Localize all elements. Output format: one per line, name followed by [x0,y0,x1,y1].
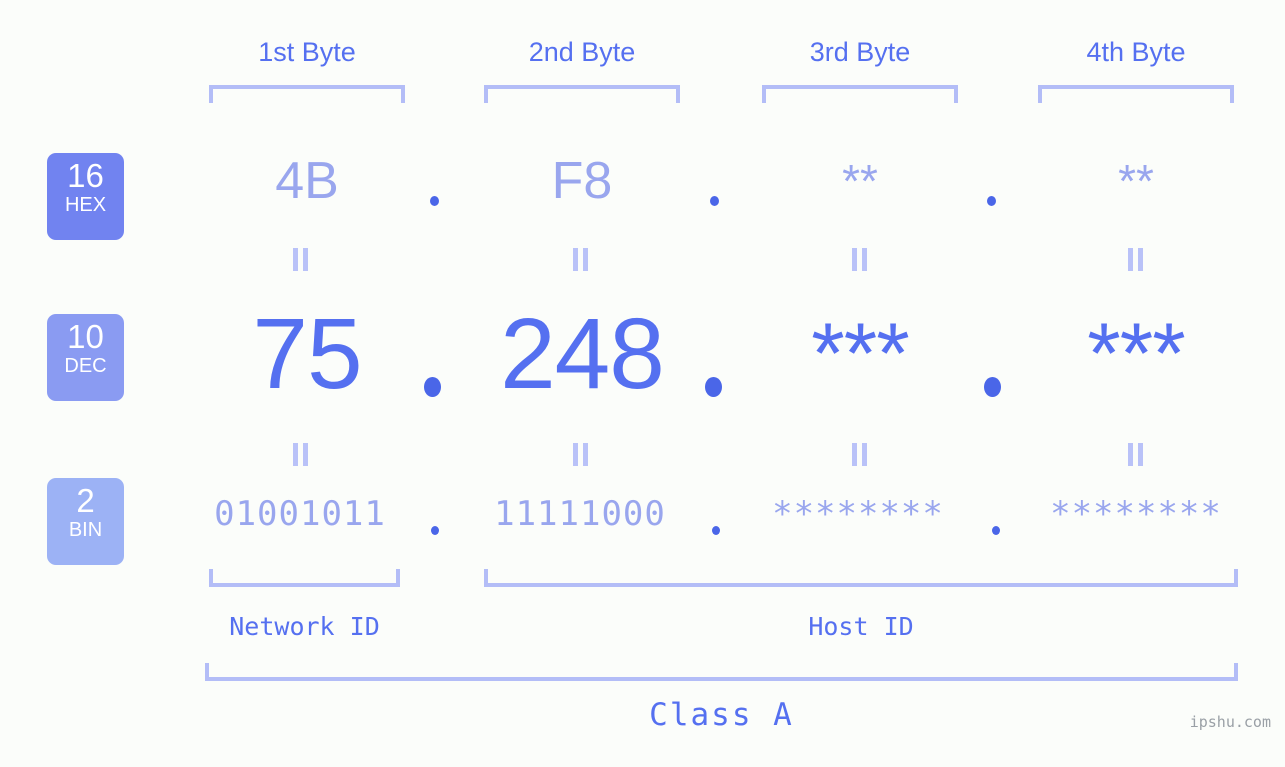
dec-dot-separator-3 [984,377,1001,397]
site-watermark: ipshu.com [1189,713,1271,731]
bin-byte-4: ******** [1050,494,1222,534]
bin-dot-separator-3 [992,526,1000,535]
dec-byte-4: *** [1087,306,1185,402]
dec-dot-separator-2 [705,377,722,397]
host-id-label: Host ID [808,612,914,641]
dec-dot-separator-1 [424,377,441,397]
equals-mark-hex-dec-1 [292,248,309,271]
dec-byte-1: 75 [252,298,362,410]
hex-byte-1: 4B [275,152,339,210]
hex-dot-separator-1 [430,196,439,206]
hex-dot-separator-2 [710,196,719,206]
dec-byte-2: 248 [500,298,665,410]
base-badge-bin-name: BIN [68,519,103,541]
base-badge-hex-number: 16 [67,157,104,194]
bin-dot-separator-2 [712,526,720,535]
hex-dot-separator-3 [987,196,996,206]
byte-header-4: 4th Byte [1086,37,1186,67]
equals-mark-dec-bin-4 [1127,443,1144,466]
byte-header-3: 3rd Byte [809,37,911,67]
base-badge-hex-name: HEX [64,194,107,216]
equals-mark-dec-bin-2 [572,443,589,466]
bin-byte-3: ******** [772,494,944,534]
equals-mark-dec-bin-1 [292,443,309,466]
bin-dot-separator-1 [431,526,439,535]
byte-bracket-top-2 [484,85,680,103]
hex-byte-4: ** [1118,155,1154,207]
equals-mark-dec-bin-3 [851,443,868,466]
base-badge-bin-number: 2 [76,482,95,519]
byte-header-2: 2nd Byte [528,37,636,67]
base-badge-bin: 2 BIN [47,478,124,565]
bin-byte-2: 11111000 [494,494,666,534]
dec-byte-3: *** [811,306,909,402]
base-badge-dec: 10 DEC [47,314,124,401]
hex-byte-2: F8 [551,152,613,210]
network-id-label: Network ID [229,612,380,641]
byte-bracket-top-3 [762,85,958,103]
byte-bracket-top-1 [209,85,405,103]
class-label: Class A [649,697,794,733]
base-badge-hex: 16 HEX [47,153,124,240]
base-badge-dec-name: DEC [64,355,107,377]
host-id-bracket [484,569,1238,587]
class-bracket [205,663,1238,681]
byte-header-1: 1st Byte [258,37,356,67]
equals-mark-hex-dec-2 [572,248,589,271]
bin-byte-1: 01001011 [214,494,386,534]
hex-byte-3: ** [842,155,878,207]
ip-address-breakdown-diagram: 1st Byte 2nd Byte 3rd Byte 4th Byte 16 H… [0,0,1285,767]
equals-mark-hex-dec-3 [851,248,868,271]
byte-bracket-top-4 [1038,85,1234,103]
equals-mark-hex-dec-4 [1127,248,1144,271]
network-id-bracket [209,569,400,587]
base-badge-dec-number: 10 [67,318,104,355]
